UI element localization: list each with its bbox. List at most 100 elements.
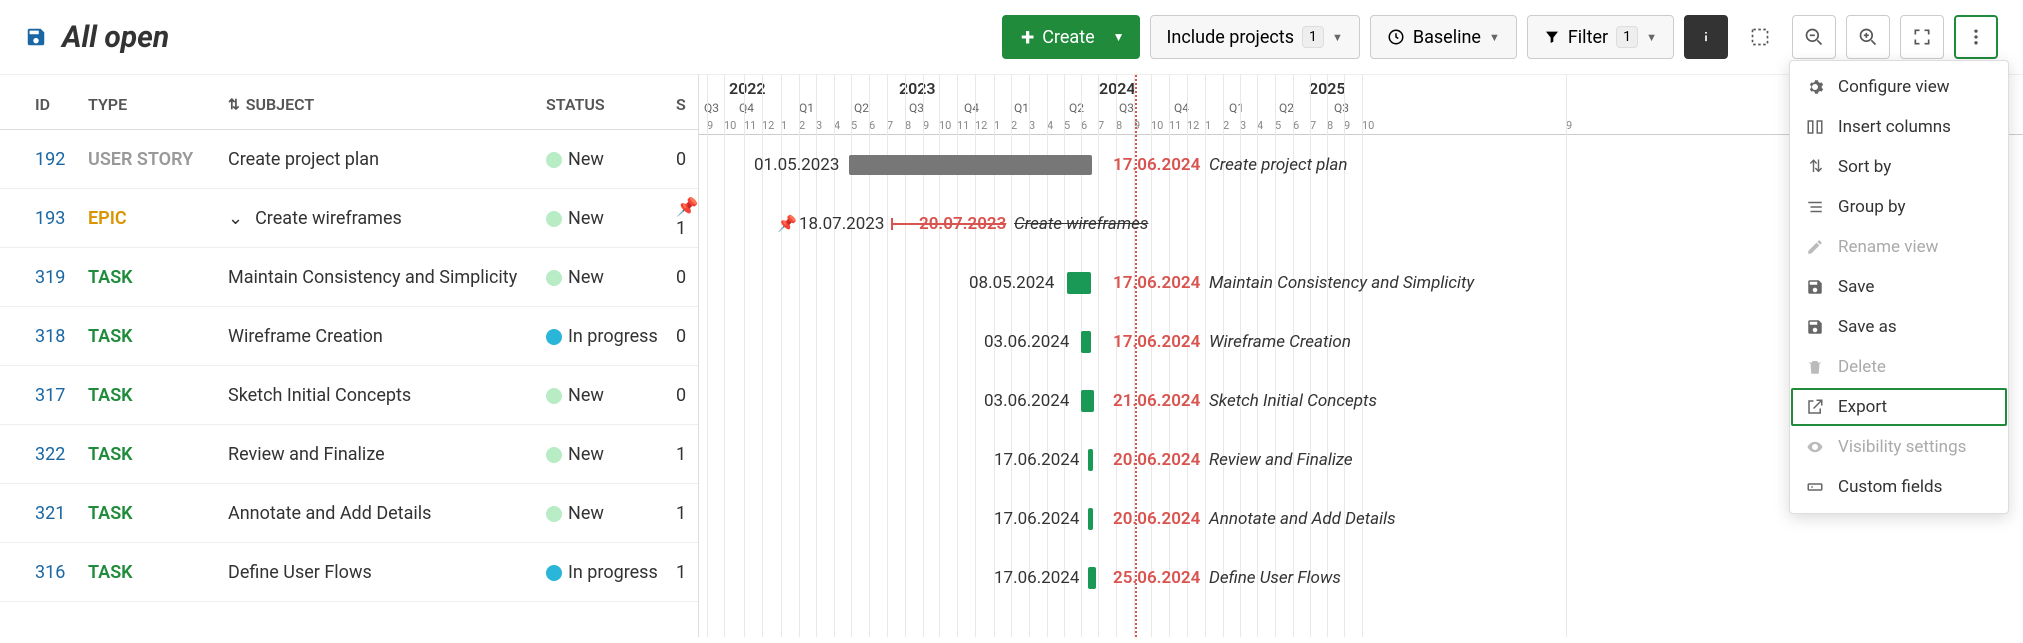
row-id[interactable]: 193 <box>0 208 80 229</box>
row-id[interactable]: 322 <box>0 444 80 465</box>
month-label: 10 <box>1151 119 1163 132</box>
chevron-down-icon: ▼ <box>1113 30 1125 44</box>
month-label: 3 <box>1240 119 1246 132</box>
gantt-bar[interactable] <box>1088 508 1093 530</box>
gantt-bar-label: Create wireframes <box>1014 214 1148 234</box>
gantt-bar[interactable] <box>1088 567 1096 589</box>
row-type: TASK <box>80 503 220 524</box>
status-dot <box>546 388 562 404</box>
row-id[interactable]: 192 <box>0 149 80 170</box>
create-button[interactable]: + Create ▼ <box>1002 15 1139 59</box>
zen-mode-button[interactable] <box>1738 15 1782 59</box>
create-label: Create <box>1042 27 1094 48</box>
status-dot <box>546 565 562 581</box>
month-label: 7 <box>1098 119 1104 132</box>
status-dot <box>546 447 562 463</box>
menu-sort[interactable]: ⇅Sort by <box>1790 147 2008 187</box>
page-title: All open <box>62 20 169 55</box>
table-row[interactable]: 192USER STORYCreate project planNew0 <box>0 130 698 189</box>
quarter-label: Q2 <box>854 101 869 115</box>
table-row[interactable]: 316TASKDefine User FlowsIn progress1 <box>0 543 698 602</box>
row-subject[interactable]: Annotate and Add Details <box>220 503 538 524</box>
col-type[interactable]: TYPE <box>80 95 220 114</box>
columns-icon <box>1806 118 1826 136</box>
month-label: 7 <box>887 119 893 132</box>
menu-save[interactable]: Save <box>1790 267 2008 307</box>
month-label: 3 <box>816 119 822 132</box>
row-id[interactable]: 316 <box>0 562 80 583</box>
baseline-icon <box>1387 28 1405 46</box>
month-label: 8 <box>1327 119 1333 132</box>
menu-custom-fields[interactable]: Custom fields <box>1790 467 2008 507</box>
month-label: 10 <box>939 119 951 132</box>
row-id[interactable]: 319 <box>0 267 80 288</box>
row-id[interactable]: 321 <box>0 503 80 524</box>
gantt-bar-label: Maintain Consistency and Simplicity <box>1209 273 1474 293</box>
menu-insert-columns[interactable]: Insert columns <box>1790 107 2008 147</box>
save-icon <box>1806 278 1826 296</box>
row-subject[interactable]: Maintain Consistency and Simplicity <box>220 267 538 288</box>
row-subject[interactable]: Sketch Initial Concepts <box>220 385 538 406</box>
info-button[interactable] <box>1684 15 1728 59</box>
row-subject[interactable]: Create project plan <box>220 149 538 170</box>
month-label: 9 <box>707 119 713 132</box>
zoom-in-button[interactable] <box>1846 15 1890 59</box>
row-s: 0 <box>668 267 698 288</box>
row-subject[interactable]: Review and Finalize <box>220 444 538 465</box>
fullscreen-button[interactable] <box>1900 15 1944 59</box>
include-projects-badge: 1 <box>1302 26 1324 48</box>
month-label: 6 <box>1293 119 1299 132</box>
gantt-row[interactable]: 17.06.202425.06.2024Define User Flows <box>699 548 2023 607</box>
row-id[interactable]: 317 <box>0 385 80 406</box>
col-status[interactable]: STATUS <box>538 95 668 114</box>
quarter-label: Q1 <box>799 101 814 115</box>
col-id[interactable]: ID <box>0 95 80 114</box>
gantt-bar[interactable] <box>1081 331 1091 353</box>
zoom-out-button[interactable] <box>1792 15 1836 59</box>
col-subject[interactable]: ⇅ SUBJECT <box>220 95 538 114</box>
month-label: 2 <box>1011 119 1017 132</box>
include-projects-button[interactable]: Include projects 1 ▼ <box>1150 15 1360 59</box>
gantt-start-date: 03.06.2024 <box>984 391 1069 411</box>
table-row[interactable]: 193EPIC⌄Create wireframesNew📌1 <box>0 189 698 248</box>
chevron-down-icon[interactable]: ⌄ <box>228 208 243 229</box>
table-row[interactable]: 319TASKMaintain Consistency and Simplici… <box>0 248 698 307</box>
filter-button[interactable]: Filter 1 ▼ <box>1527 15 1674 59</box>
gantt-bar[interactable] <box>1081 390 1094 412</box>
row-subject[interactable]: Wireframe Creation <box>220 326 538 347</box>
baseline-button[interactable]: Baseline ▼ <box>1370 15 1517 59</box>
row-id[interactable]: 318 <box>0 326 80 347</box>
sort-icon: ⇅ <box>1806 157 1826 177</box>
menu-export[interactable]: Export <box>1790 387 2008 427</box>
month-label: 11 <box>1169 119 1181 132</box>
table-row[interactable]: 322TASKReview and FinalizeNew1 <box>0 425 698 484</box>
gantt-start-date: 17.06.2024 <box>994 450 1079 470</box>
table-row[interactable]: 317TASKSketch Initial ConceptsNew0 <box>0 366 698 425</box>
more-button[interactable] <box>1954 15 1998 59</box>
pencil-icon <box>1806 238 1826 256</box>
chevron-down-icon: ▼ <box>1646 31 1657 44</box>
col-s[interactable]: S <box>668 95 698 114</box>
status-dot <box>546 270 562 286</box>
month-label: 1 <box>781 119 787 132</box>
row-subject[interactable]: Define User Flows <box>220 562 538 583</box>
row-s: 0 <box>668 326 698 347</box>
quarter-label: Q2 <box>1279 101 1294 115</box>
month-label: 2 <box>799 119 805 132</box>
table-row[interactable]: 321TASKAnnotate and Add DetailsNew1 <box>0 484 698 543</box>
gantt-bar[interactable] <box>849 155 1092 175</box>
filter-badge: 1 <box>1616 26 1638 48</box>
row-subject[interactable]: ⌄Create wireframes <box>220 208 538 229</box>
month-label: 9 <box>1344 119 1350 132</box>
quarter-label: Q4 <box>1174 101 1189 115</box>
row-s: 0 <box>668 385 698 406</box>
gantt-bar[interactable] <box>1067 272 1091 294</box>
menu-configure[interactable]: Configure view <box>1790 67 2008 107</box>
gantt-bar[interactable] <box>1088 449 1093 471</box>
table-row[interactable]: 318TASKWireframe CreationIn progress0 <box>0 307 698 366</box>
row-s: 1 <box>668 444 698 465</box>
menu-group[interactable]: Group by <box>1790 187 2008 227</box>
quarter-label: Q4 <box>964 101 979 115</box>
row-s: 1 <box>668 503 698 524</box>
menu-save-as[interactable]: Save as <box>1790 307 2008 347</box>
